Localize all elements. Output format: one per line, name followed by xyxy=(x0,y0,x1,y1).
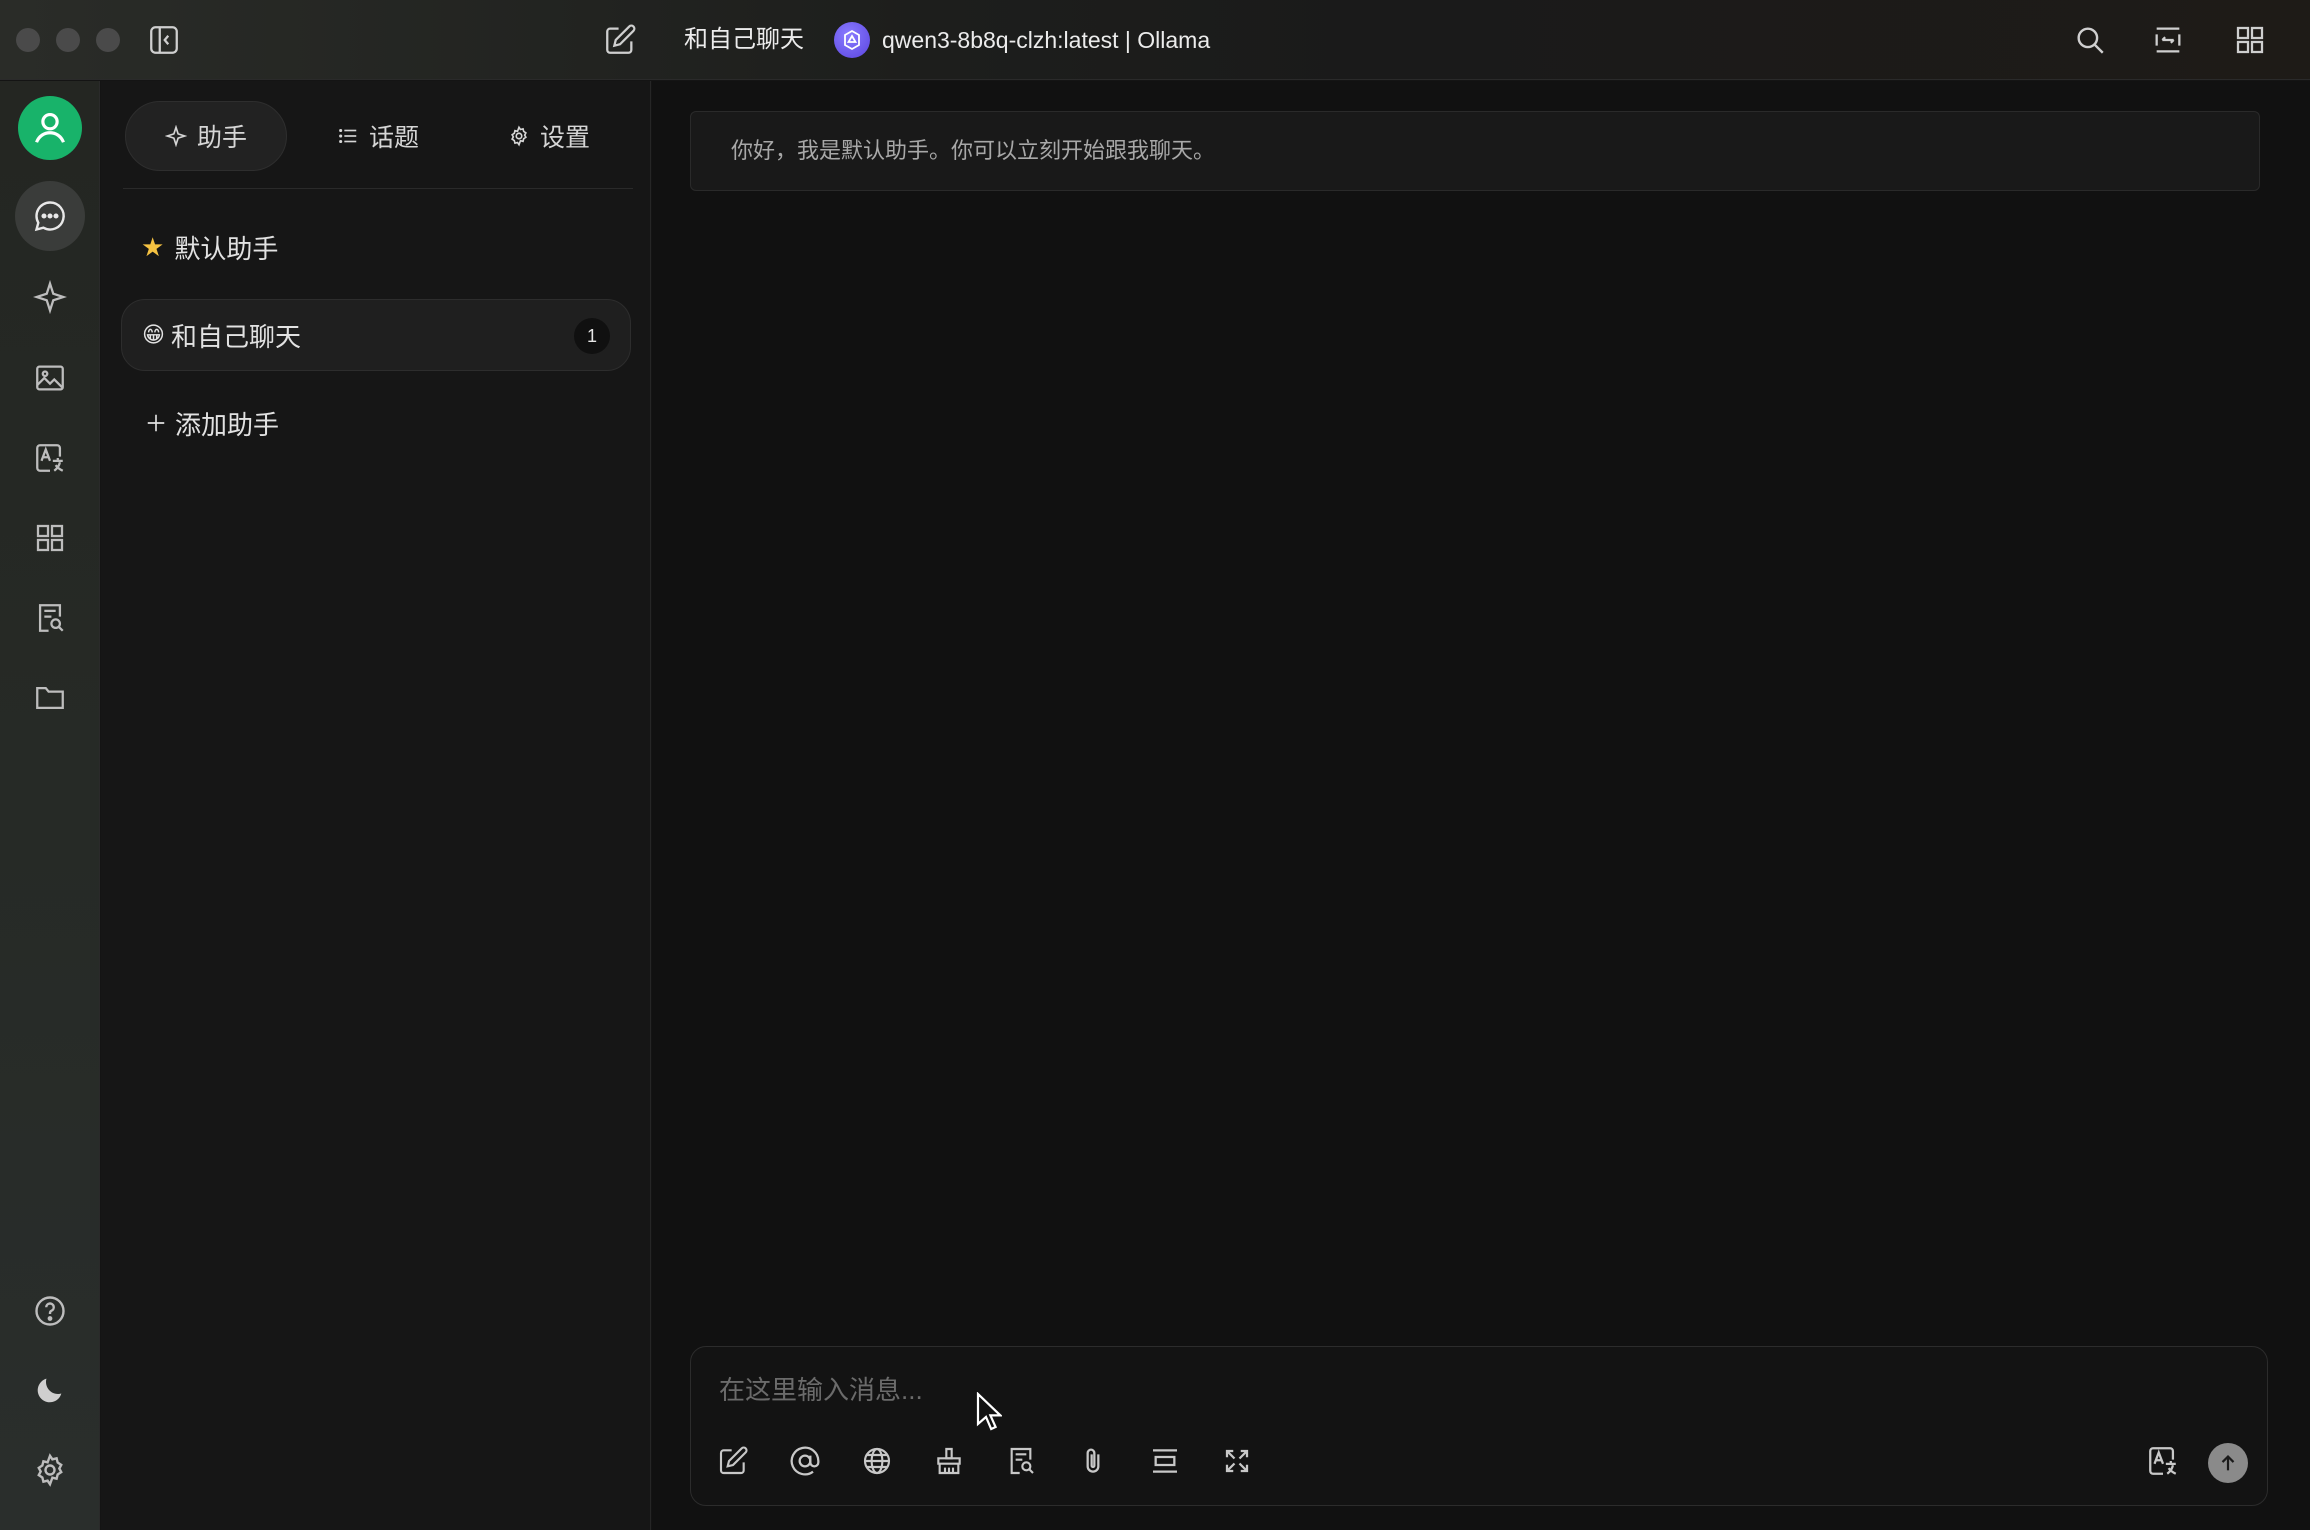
assistant-item-label: 默认助手 xyxy=(174,233,279,264)
rail-files-button[interactable] xyxy=(15,663,85,733)
search-icon[interactable] xyxy=(2068,18,2112,62)
apps-icon xyxy=(34,522,66,554)
add-assistant-label: 添加助手 xyxy=(175,409,280,440)
app-window: 和自己聊天 qwen3-8b8q-clzh:latest | Ollama 助手… xyxy=(0,0,2310,1530)
gear-icon xyxy=(508,125,530,147)
sparkle-icon xyxy=(164,125,187,147)
topic-count-badge: 1 xyxy=(574,318,610,354)
title-bar: 和自己聊天 qwen3-8b8q-clzh:latest | Ollama xyxy=(0,0,2310,80)
tab-assistant[interactable]: 助手 xyxy=(125,101,287,171)
settings-icon xyxy=(32,1452,68,1488)
rail-help-button[interactable] xyxy=(15,1276,85,1346)
assistant-item-default[interactable]: ★ 默认助手 xyxy=(121,211,631,283)
mouse-cursor-icon xyxy=(976,1392,1002,1432)
close-window-button[interactable] xyxy=(16,28,40,52)
rail-translate-button[interactable] xyxy=(15,423,85,493)
assistant-item-self-chat[interactable]: 😁 和自己聊天 1 xyxy=(121,299,631,371)
arrow-up-icon xyxy=(2217,1452,2239,1474)
assistant-panel: 助手 话题 设置 ★ 默认助手 😁 和自己聊天 1 添加助手 xyxy=(101,81,651,1530)
plus-icon xyxy=(145,412,167,434)
rail-assistant-button[interactable] xyxy=(15,262,85,332)
help-icon xyxy=(32,1293,68,1329)
tab-settings[interactable]: 设置 xyxy=(469,101,629,171)
attachment-icon[interactable] xyxy=(1069,1437,1117,1485)
image-icon xyxy=(33,361,67,395)
mention-icon[interactable] xyxy=(781,1437,829,1485)
grid-icon[interactable] xyxy=(2228,18,2272,62)
message-composer xyxy=(690,1346,2268,1506)
new-topic-icon[interactable] xyxy=(709,1437,757,1485)
grin-emoji-icon: 😁 xyxy=(142,322,165,347)
folder-icon xyxy=(33,681,67,715)
rail-knowledge-button[interactable] xyxy=(15,583,85,653)
file-search-icon xyxy=(33,601,67,635)
translate-icon xyxy=(33,441,67,475)
rail-apps-button[interactable] xyxy=(15,503,85,573)
list-icon xyxy=(337,125,359,147)
divider-icon[interactable] xyxy=(1141,1437,1189,1485)
chat-area: 你好，我是默认助手。你可以立刻开始跟我聊天。 xyxy=(652,81,2310,1530)
tab-topics-label: 话题 xyxy=(368,124,419,152)
new-chat-icon[interactable] xyxy=(598,18,642,62)
knowledge-base-icon[interactable] xyxy=(997,1437,1045,1485)
rail-theme-button[interactable] xyxy=(15,1355,85,1425)
assistant-item-label: 和自己聊天 xyxy=(170,321,301,352)
send-button[interactable] xyxy=(2208,1443,2248,1483)
moon-icon xyxy=(33,1373,67,1407)
avatar[interactable] xyxy=(18,96,82,160)
panel-tabs: 助手 话题 设置 xyxy=(123,101,633,171)
chat-icon xyxy=(32,198,68,234)
message-input[interactable] xyxy=(719,1367,2219,1413)
star-icon: ★ xyxy=(141,231,165,262)
model-logo-icon[interactable] xyxy=(834,22,870,58)
model-selector[interactable]: qwen3-8b8q-clzh:latest | Ollama xyxy=(882,22,1210,58)
rail-settings-button[interactable] xyxy=(15,1435,85,1505)
tabs-divider xyxy=(123,188,633,189)
tab-settings-label: 设置 xyxy=(539,124,590,152)
rail-chat-button[interactable] xyxy=(15,181,85,251)
minimize-window-button[interactable] xyxy=(56,28,80,52)
maximize-window-button[interactable] xyxy=(96,28,120,52)
clear-context-icon[interactable] xyxy=(925,1437,973,1485)
conversation-title: 和自己聊天 xyxy=(684,26,804,53)
translate-input-icon[interactable] xyxy=(2139,1437,2187,1485)
web-search-icon[interactable] xyxy=(853,1437,901,1485)
tab-topics[interactable]: 话题 xyxy=(303,101,453,171)
tab-assistant-label: 助手 xyxy=(196,124,247,152)
rail-image-button[interactable] xyxy=(15,343,85,413)
add-assistant-button[interactable]: 添加助手 xyxy=(121,387,631,459)
sparkle-icon xyxy=(33,280,67,314)
expand-icon[interactable] xyxy=(1213,1437,1261,1485)
swap-layout-icon[interactable] xyxy=(2146,18,2190,62)
icon-rail xyxy=(0,81,100,1530)
greeting-message: 你好，我是默认助手。你可以立刻开始跟我聊天。 xyxy=(690,111,2260,191)
sidebar-toggle-icon[interactable] xyxy=(142,18,186,62)
